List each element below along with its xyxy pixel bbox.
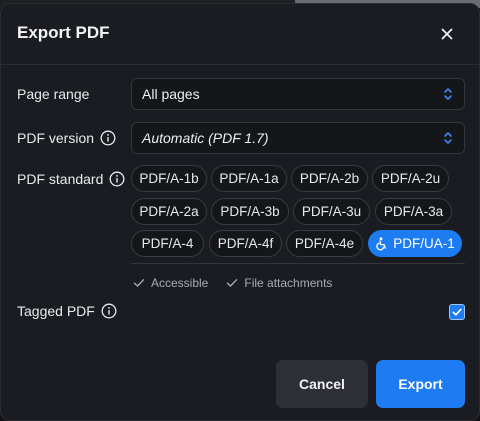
info-icon[interactable] xyxy=(109,171,125,187)
pdf-standard-option[interactable]: PDF/A-2b xyxy=(291,165,368,192)
pdf-standard-option-label: PDF/A-3b xyxy=(220,204,280,219)
export-button[interactable]: Export xyxy=(376,360,465,408)
pdf-standard-option[interactable]: PDF/A-4e xyxy=(286,230,363,257)
pdf-standard-label-text: PDF standard xyxy=(17,171,104,187)
pdf-standard-option-label: PDF/A-4f xyxy=(217,236,274,251)
pdf-standard-option-label: PDF/A-1b xyxy=(139,171,199,186)
chevron-up-down-icon xyxy=(444,88,452,100)
pdf-standard-label: PDF standard xyxy=(17,171,125,187)
pdf-version-label-text: PDF version xyxy=(17,130,95,146)
pdf-standard-option[interactable]: PDF/A-1a xyxy=(211,165,287,192)
page-range-value: All pages xyxy=(142,86,200,102)
pdf-standard-option-label: PDF/A-3u xyxy=(301,204,362,219)
pdf-standard-option-selected[interactable]: PDF/UA-1 xyxy=(368,230,462,257)
feature-file-attachments: File attachments xyxy=(226,276,332,290)
page-range-select[interactable]: All pages xyxy=(131,78,465,110)
page-range-label: Page range xyxy=(17,86,89,102)
pdf-standard-option[interactable]: PDF/A-3u xyxy=(293,198,370,225)
standard-features: Accessible File attachments xyxy=(133,276,332,290)
pdf-standard-option-label: PDF/A-4e xyxy=(294,236,355,251)
page-range-label-text: Page range xyxy=(17,86,90,102)
tagged-pdf-checkbox[interactable] xyxy=(449,304,465,320)
dialog-header: Export PDF xyxy=(1,4,479,64)
check-icon xyxy=(133,279,145,287)
standard-divider xyxy=(131,263,465,264)
pdf-standard-option-label: PDF/A-2a xyxy=(139,204,199,219)
pdf-standard-option-label: PDF/A-2u xyxy=(380,171,441,186)
tagged-pdf-label-text: Tagged PDF xyxy=(17,303,95,319)
pdf-standard-option[interactable]: PDF/A-3b xyxy=(211,198,289,225)
dialog-title: Export PDF xyxy=(17,23,110,42)
header-divider xyxy=(1,64,479,65)
pdf-version-value: Automatic (PDF 1.7) xyxy=(142,130,269,146)
pdf-standard-option[interactable]: PDF/A-4f xyxy=(209,230,282,257)
feature-accessible: Accessible xyxy=(133,276,208,290)
accessibility-icon xyxy=(376,236,387,250)
pdf-standard-option[interactable]: PDF/A-2u xyxy=(372,165,449,192)
info-icon[interactable] xyxy=(100,130,116,146)
pdf-standard-option[interactable]: PDF/A-2a xyxy=(131,198,207,225)
pdf-standard-option-label: PDF/A-3a xyxy=(383,204,444,219)
pdf-standard-option[interactable]: PDF/A-1b xyxy=(131,165,207,192)
export-button-label: Export xyxy=(398,376,443,392)
pdf-standard-option-label: PDF/A-1a xyxy=(219,171,279,186)
close-icon xyxy=(441,28,453,40)
pdf-standard-option-label: PDF/A-2b xyxy=(299,171,360,186)
pdf-standard-option-label: PDF/UA-1 xyxy=(393,236,455,251)
feature-label: File attachments xyxy=(244,276,333,290)
pdf-version-label: PDF version xyxy=(17,130,116,146)
export-pdf-dialog: Export PDF Page range All pages PDF vers… xyxy=(0,3,480,421)
check-icon xyxy=(227,279,238,287)
pdf-standard-option-label: PDF/A-4 xyxy=(141,236,194,251)
pdf-standard-option[interactable]: PDF/A-4 xyxy=(131,230,204,257)
pdf-version-select[interactable]: Automatic (PDF 1.7) xyxy=(131,122,465,154)
chevron-up-down-icon xyxy=(444,132,452,144)
info-icon[interactable] xyxy=(101,303,117,319)
check-icon xyxy=(452,308,462,316)
cancel-button-label: Cancel xyxy=(299,376,345,392)
feature-label: Accessible xyxy=(151,276,209,290)
close-button[interactable] xyxy=(434,21,460,47)
tagged-pdf-label: Tagged PDF xyxy=(17,303,117,319)
cancel-button[interactable]: Cancel xyxy=(276,360,368,408)
pdf-standard-option[interactable]: PDF/A-3a xyxy=(375,198,452,225)
